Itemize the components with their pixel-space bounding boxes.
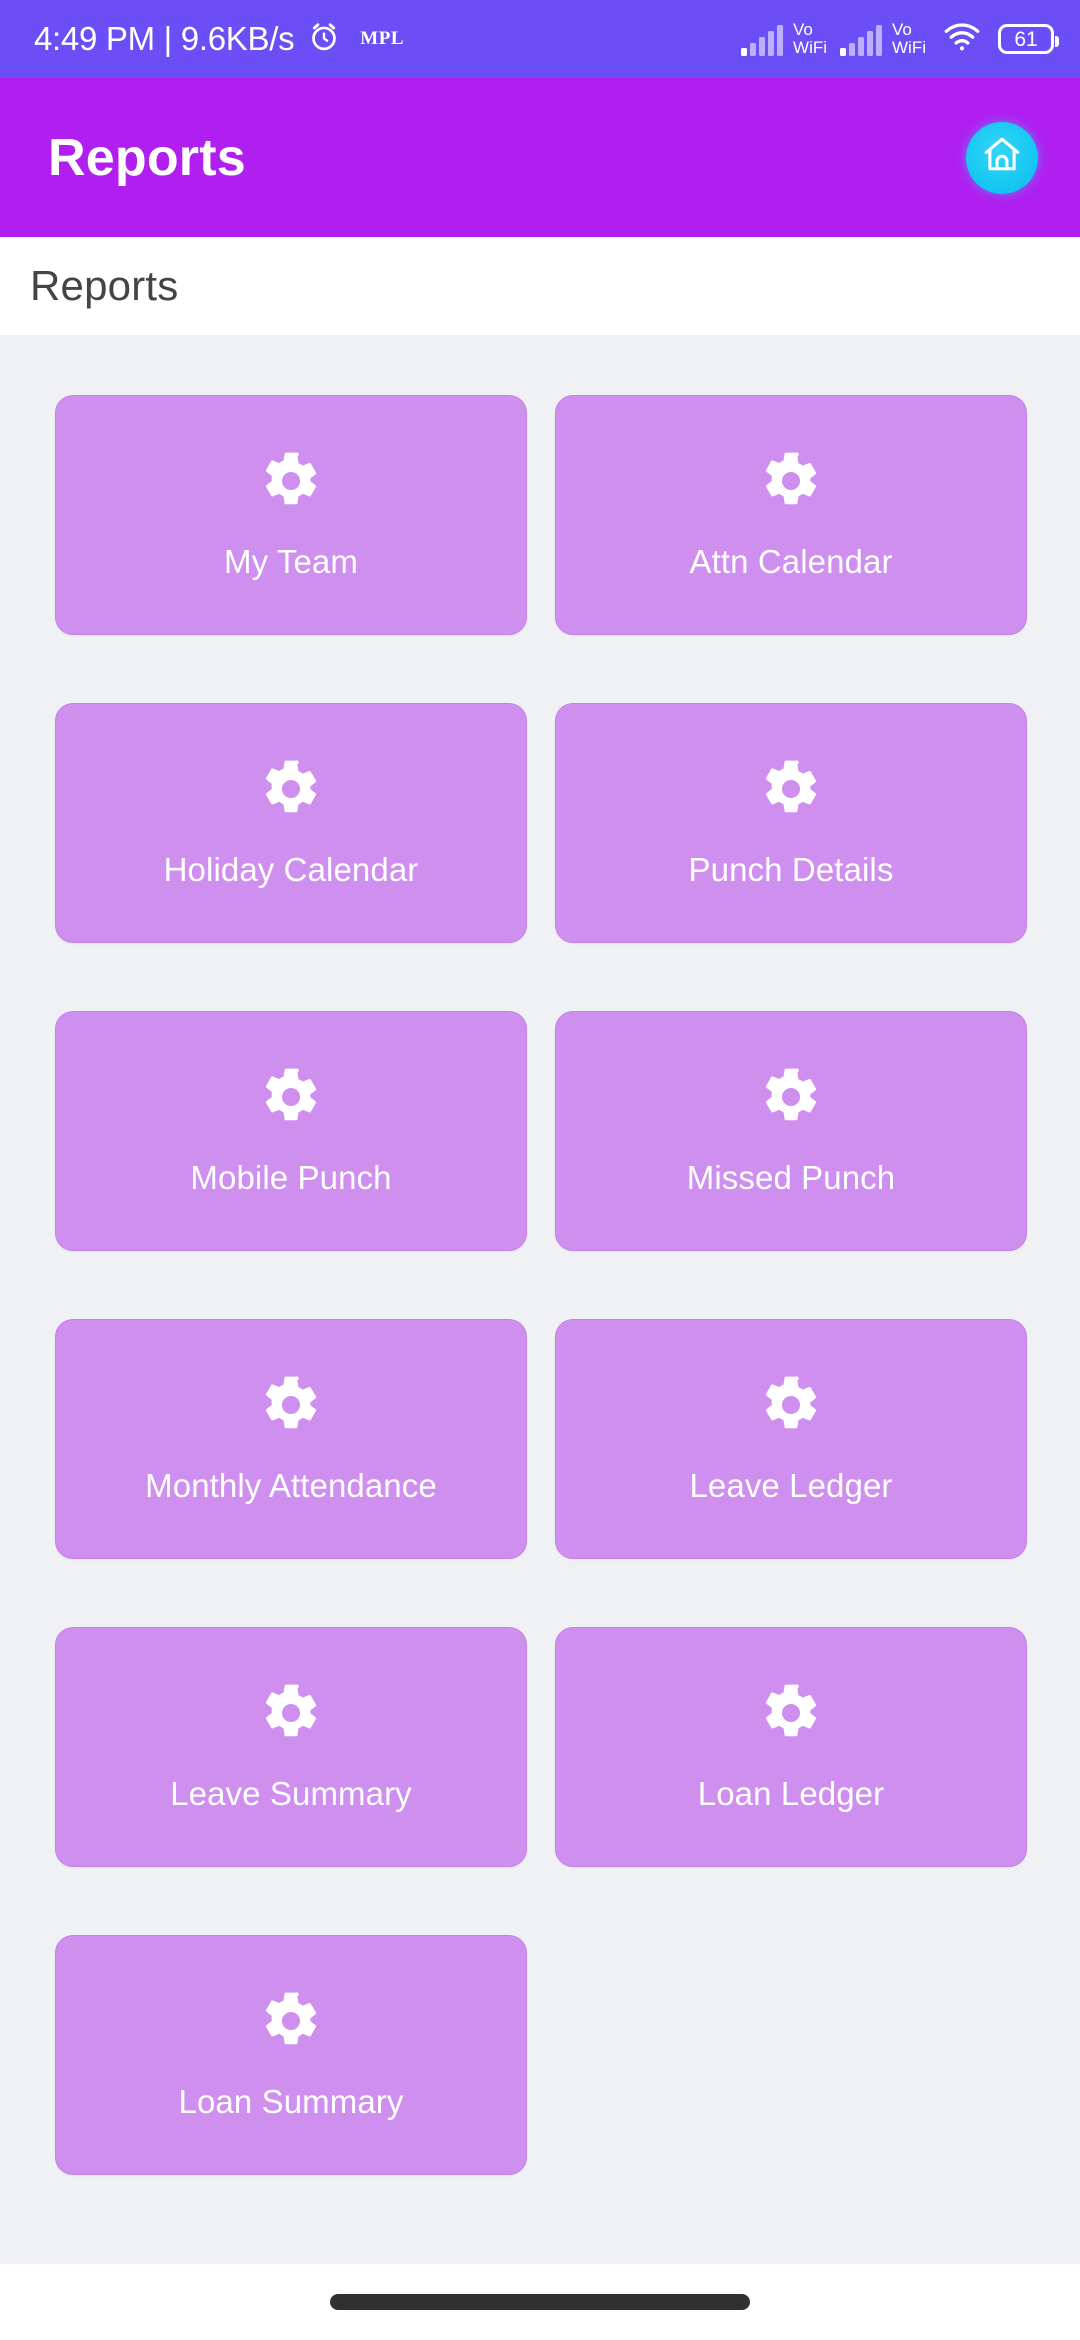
status-bar: 4:49 PM | 9.6KB/s MPL Vo WiFi Vo WiFi 61 — [0, 0, 1080, 78]
report-card-label: Attn Calendar — [689, 542, 893, 580]
battery-level: 61 — [1014, 27, 1038, 51]
report-card-monthly-attendance[interactable]: Monthly Attendance — [55, 1319, 527, 1559]
gear-icon — [760, 1066, 822, 1133]
volte-line-2: WiFi — [892, 38, 926, 57]
gear-icon — [260, 1682, 322, 1749]
volte-line-1: Vo — [793, 20, 813, 39]
report-card-attn-calendar[interactable]: Attn Calendar — [555, 395, 1027, 635]
home-icon — [980, 133, 1024, 182]
report-card-punch-details[interactable]: Punch Details — [555, 703, 1027, 943]
report-card-my-team[interactable]: My Team — [55, 395, 527, 635]
signal-bars-icon-2 — [840, 22, 883, 56]
report-card-label: Mobile Punch — [190, 1158, 392, 1196]
gear-icon — [260, 1066, 322, 1133]
home-indicator-pill[interactable] — [330, 2294, 750, 2310]
report-card-mobile-punch[interactable]: Mobile Punch — [55, 1011, 527, 1251]
report-card-holiday-calendar[interactable]: Holiday Calendar — [55, 703, 527, 943]
mpl-badge: MPL — [360, 28, 404, 49]
report-card-loan-summary[interactable]: Loan Summary — [55, 1935, 527, 2175]
gear-icon — [760, 1374, 822, 1441]
status-bar-right: Vo WiFi Vo WiFi 61 — [741, 21, 1059, 58]
report-card-label: Leave Summary — [170, 1774, 412, 1812]
report-card-leave-ledger[interactable]: Leave Ledger — [555, 1319, 1027, 1559]
report-card-label: Loan Ledger — [697, 1774, 885, 1812]
battery-icon: 61 — [998, 24, 1059, 54]
reports-grid: My Team Attn Calendar Holiday Calendar P… — [55, 395, 1032, 2175]
system-navigation-bar — [0, 2264, 1080, 2340]
volte-line-1: Vo — [892, 20, 912, 39]
gear-icon — [760, 1682, 822, 1749]
alarm-clock-icon — [307, 20, 341, 59]
gear-icon — [260, 1374, 322, 1441]
gear-icon — [760, 450, 822, 517]
report-card-loan-ledger[interactable]: Loan Ledger — [555, 1627, 1027, 1867]
report-card-label: Monthly Attendance — [145, 1466, 437, 1504]
status-clock: 4:49 PM | 9.6KB/s — [34, 20, 295, 57]
report-card-missed-punch[interactable]: Missed Punch — [555, 1011, 1027, 1251]
gear-icon — [260, 450, 322, 517]
gear-icon — [260, 758, 322, 825]
report-card-label: Leave Ledger — [689, 1466, 893, 1504]
gear-icon — [760, 758, 822, 825]
home-button[interactable] — [966, 121, 1038, 194]
page-title: Reports — [30, 262, 179, 309]
wifi-icon — [941, 21, 983, 58]
content-area: My Team Attn Calendar Holiday Calendar P… — [0, 335, 1080, 2264]
report-card-label: Missed Punch — [686, 1158, 896, 1196]
section-header: Reports — [0, 237, 1080, 335]
app-bar-title: Reports — [48, 128, 246, 187]
status-bar-left: 4:49 PM | 9.6KB/s MPL — [34, 20, 404, 59]
report-card-label: Loan Summary — [178, 2082, 404, 2120]
gear-icon — [260, 1990, 322, 2057]
report-card-label: Punch Details — [688, 850, 894, 888]
volte-label-2: Vo WiFi — [892, 21, 926, 57]
report-card-leave-summary[interactable]: Leave Summary — [55, 1627, 527, 1867]
app-bar: Reports — [0, 78, 1080, 237]
volte-line-2: WiFi — [793, 38, 828, 57]
report-card-label: Holiday Calendar — [163, 850, 419, 888]
volte-label-1: Vo WiFi — [793, 21, 827, 57]
phone-screen: 4:49 PM | 9.6KB/s MPL Vo WiFi Vo WiFi 61… — [0, 0, 1080, 2340]
report-card-label: My Team — [224, 542, 358, 580]
signal-bars-icon-1 — [741, 22, 784, 56]
